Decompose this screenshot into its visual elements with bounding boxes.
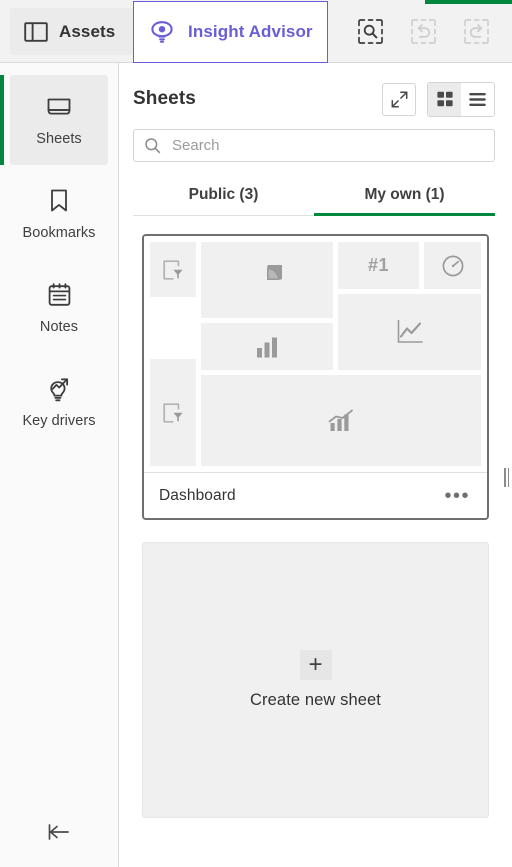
sheet-card-list: #1 Dashboard ••• + Create new sheet [119, 216, 512, 867]
sidebar-item-sheets[interactable]: Sheets [0, 75, 108, 165]
search-box[interactable] [133, 129, 495, 162]
sidebar-label-sheets: Sheets [36, 131, 82, 148]
kpi-label: #1 [367, 255, 390, 275]
insight-advisor-label: Insight Advisor [188, 22, 313, 41]
undo-icon[interactable] [408, 16, 438, 46]
thumbnail-gap [150, 302, 196, 354]
sheets-panel: Sheets Search Public (3) My own (1) #1 D… [119, 63, 512, 867]
view-toggle-group [427, 81, 495, 117]
collapse-left-icon[interactable] [0, 797, 118, 867]
sidebar-label-bookmarks: Bookmarks [22, 225, 96, 242]
create-new-sheet-card[interactable]: + Create new sheet [142, 542, 489, 818]
panel-tools [382, 81, 495, 117]
thumbnail-upper-left [201, 242, 333, 370]
grid-view-icon[interactable] [428, 82, 461, 116]
expand-icon[interactable] [382, 82, 416, 116]
qlik-sense-app: Assets Insight Advisor Sheets Bookmarks … [0, 0, 512, 867]
top-toolbar: Assets Insight Advisor [0, 0, 512, 63]
thumbnail-left-column [150, 242, 196, 466]
sheet-card[interactable]: #1 Dashboard ••• [142, 234, 489, 520]
line-chart-icon [338, 294, 481, 370]
thumbnail-kpi-row: #1 [338, 242, 481, 289]
left-sidebar: Sheets Bookmarks Notes Key drivers [0, 63, 119, 867]
sheet-card-footer: Dashboard ••• [144, 472, 487, 518]
plus-icon: + [299, 650, 332, 680]
kpi-icon: #1 [338, 242, 419, 289]
insight-eye-bulb-icon [149, 19, 175, 45]
redo-icon[interactable] [461, 16, 491, 46]
body-area: Sheets Bookmarks Notes Key drivers Sheet… [0, 63, 512, 867]
combo-chart-icon [201, 375, 481, 466]
search-icon [144, 137, 161, 154]
page-title: Sheets [133, 88, 196, 109]
sidebar-item-key-drivers[interactable]: Key drivers [10, 357, 108, 447]
sidebar-item-bookmarks[interactable]: Bookmarks [10, 169, 108, 259]
insight-advisor-tab[interactable]: Insight Advisor [133, 1, 329, 63]
panel-layout-icon [24, 21, 48, 43]
thumbnail-upper-row: #1 [201, 242, 481, 370]
tab-my-own[interactable]: My own (1) [314, 177, 495, 216]
bar-chart-icon [201, 323, 333, 370]
sidebar-item-notes[interactable]: Notes [10, 263, 108, 353]
panel-resize-handle[interactable] [501, 460, 512, 494]
assets-button[interactable]: Assets [10, 8, 134, 55]
sheets-icon [45, 93, 73, 121]
filter-pane-icon [150, 359, 196, 466]
topbar-actions [328, 0, 512, 62]
sheet-context-menu-button[interactable]: ••• [442, 482, 472, 510]
sheet-name: Dashboard [159, 486, 236, 504]
topbar-green-accent [425, 0, 512, 4]
filter-pane-icon [150, 242, 196, 297]
sidebar-label-notes: Notes [39, 319, 79, 336]
list-view-icon[interactable] [461, 82, 494, 116]
key-drivers-icon [45, 375, 73, 403]
sheets-panel-header: Sheets Search Public (3) My own (1) [119, 63, 512, 216]
sheet-tabs: Public (3) My own (1) [133, 177, 495, 216]
gauge-icon [424, 242, 481, 289]
create-new-sheet-label: Create new sheet [250, 691, 381, 709]
sheet-thumbnail: #1 [144, 236, 487, 472]
panel-title-row: Sheets [133, 81, 495, 117]
bookmark-icon [45, 187, 73, 215]
sidebar-label-key-drivers: Key drivers [22, 413, 96, 430]
tab-public[interactable]: Public (3) [133, 177, 314, 215]
thumbnail-right-area: #1 [201, 242, 481, 466]
thumbnail-upper-right: #1 [338, 242, 481, 370]
pie-chart-icon [201, 242, 333, 318]
search-input[interactable] [172, 137, 484, 154]
assets-label: Assets [59, 21, 116, 41]
notes-icon [45, 281, 73, 309]
selections-search-icon[interactable] [355, 16, 385, 46]
